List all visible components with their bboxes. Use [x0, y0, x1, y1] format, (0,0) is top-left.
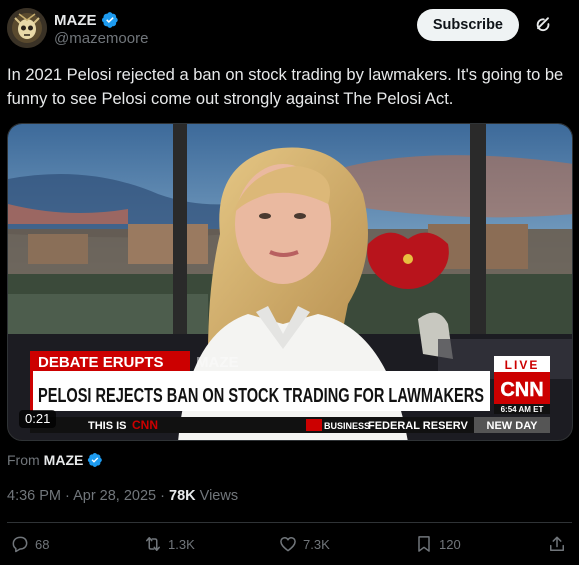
tweet-text: In 2021 Pelosi rejected a ban on stock t…	[7, 66, 564, 108]
repost-button[interactable]: 1.3K	[143, 534, 195, 554]
like-count: 7.3K	[303, 536, 330, 552]
author-handle[interactable]: @mazemoore	[54, 30, 148, 47]
reply-button[interactable]: 68	[10, 534, 49, 554]
tweet-header: MAZE @mazemoore Subscribe	[7, 8, 567, 52]
divider	[7, 522, 572, 523]
video-frame: DEBATE ERUPTS MAZE PELOSI REJECTS BAN ON…	[8, 124, 572, 440]
grok-icon[interactable]	[533, 14, 553, 34]
from-author-name[interactable]: MAZE	[44, 452, 84, 468]
views-label: Views	[195, 488, 239, 504]
cnn-logo: CNN	[500, 379, 543, 401]
author-name[interactable]: MAZE	[54, 12, 97, 29]
bookmark-count: 120	[439, 536, 461, 552]
ticker-this-is: THIS IS	[88, 420, 127, 432]
tweet-timestamp[interactable]: 4:36 PM · Apr 28, 2025 ·	[7, 488, 169, 504]
views-count: 78K	[169, 488, 196, 504]
video-duration: 0:21	[19, 410, 57, 428]
verified-badge-icon	[101, 12, 118, 28]
like-button[interactable]: 7.3K	[278, 534, 330, 554]
avatar[interactable]	[7, 8, 47, 48]
video-player[interactable]: DEBATE ERUPTS MAZE PELOSI REJECTS BAN ON…	[7, 123, 573, 441]
author-name-row[interactable]: MAZE	[54, 11, 119, 29]
repost-icon	[146, 537, 160, 551]
bookmark-icon	[418, 536, 430, 552]
share-button[interactable]	[547, 534, 567, 554]
repost-count: 1.3K	[168, 536, 195, 552]
golden-skull-avatar-icon	[7, 8, 47, 48]
watermark-text: MAZE	[196, 354, 239, 371]
from-label: From	[7, 452, 40, 468]
from-attribution: From MAZE	[7, 452, 103, 468]
live-badge: LIVE	[505, 358, 540, 372]
reply-count: 68	[35, 536, 50, 552]
subscribe-button[interactable]: Subscribe	[416, 9, 519, 41]
ticker-cnn-logo: CNN	[132, 418, 158, 432]
share-icon	[550, 536, 564, 551]
heart-icon	[280, 537, 296, 552]
headline-text: PELOSI REJECTS BAN ON STOCK TRADING FOR …	[38, 385, 484, 407]
ticker-show: NEW DAY	[487, 420, 539, 432]
verified-badge-icon	[88, 453, 103, 467]
tweet-meta: 4:36 PM · Apr 28, 2025 · 78K Views	[7, 488, 238, 504]
reply-icon	[12, 536, 28, 553]
chyron-tag: DEBATE ERUPTS	[38, 354, 164, 371]
action-bar: 68 1.3K 7.3K 120	[10, 534, 569, 560]
broadcast-time: 6:54 AM ET	[501, 405, 544, 414]
bookmark-button[interactable]: 120	[414, 534, 461, 554]
ticker-business: BUSINESS	[324, 421, 370, 431]
ticker-headline: FEDERAL RESERV	[368, 420, 469, 432]
